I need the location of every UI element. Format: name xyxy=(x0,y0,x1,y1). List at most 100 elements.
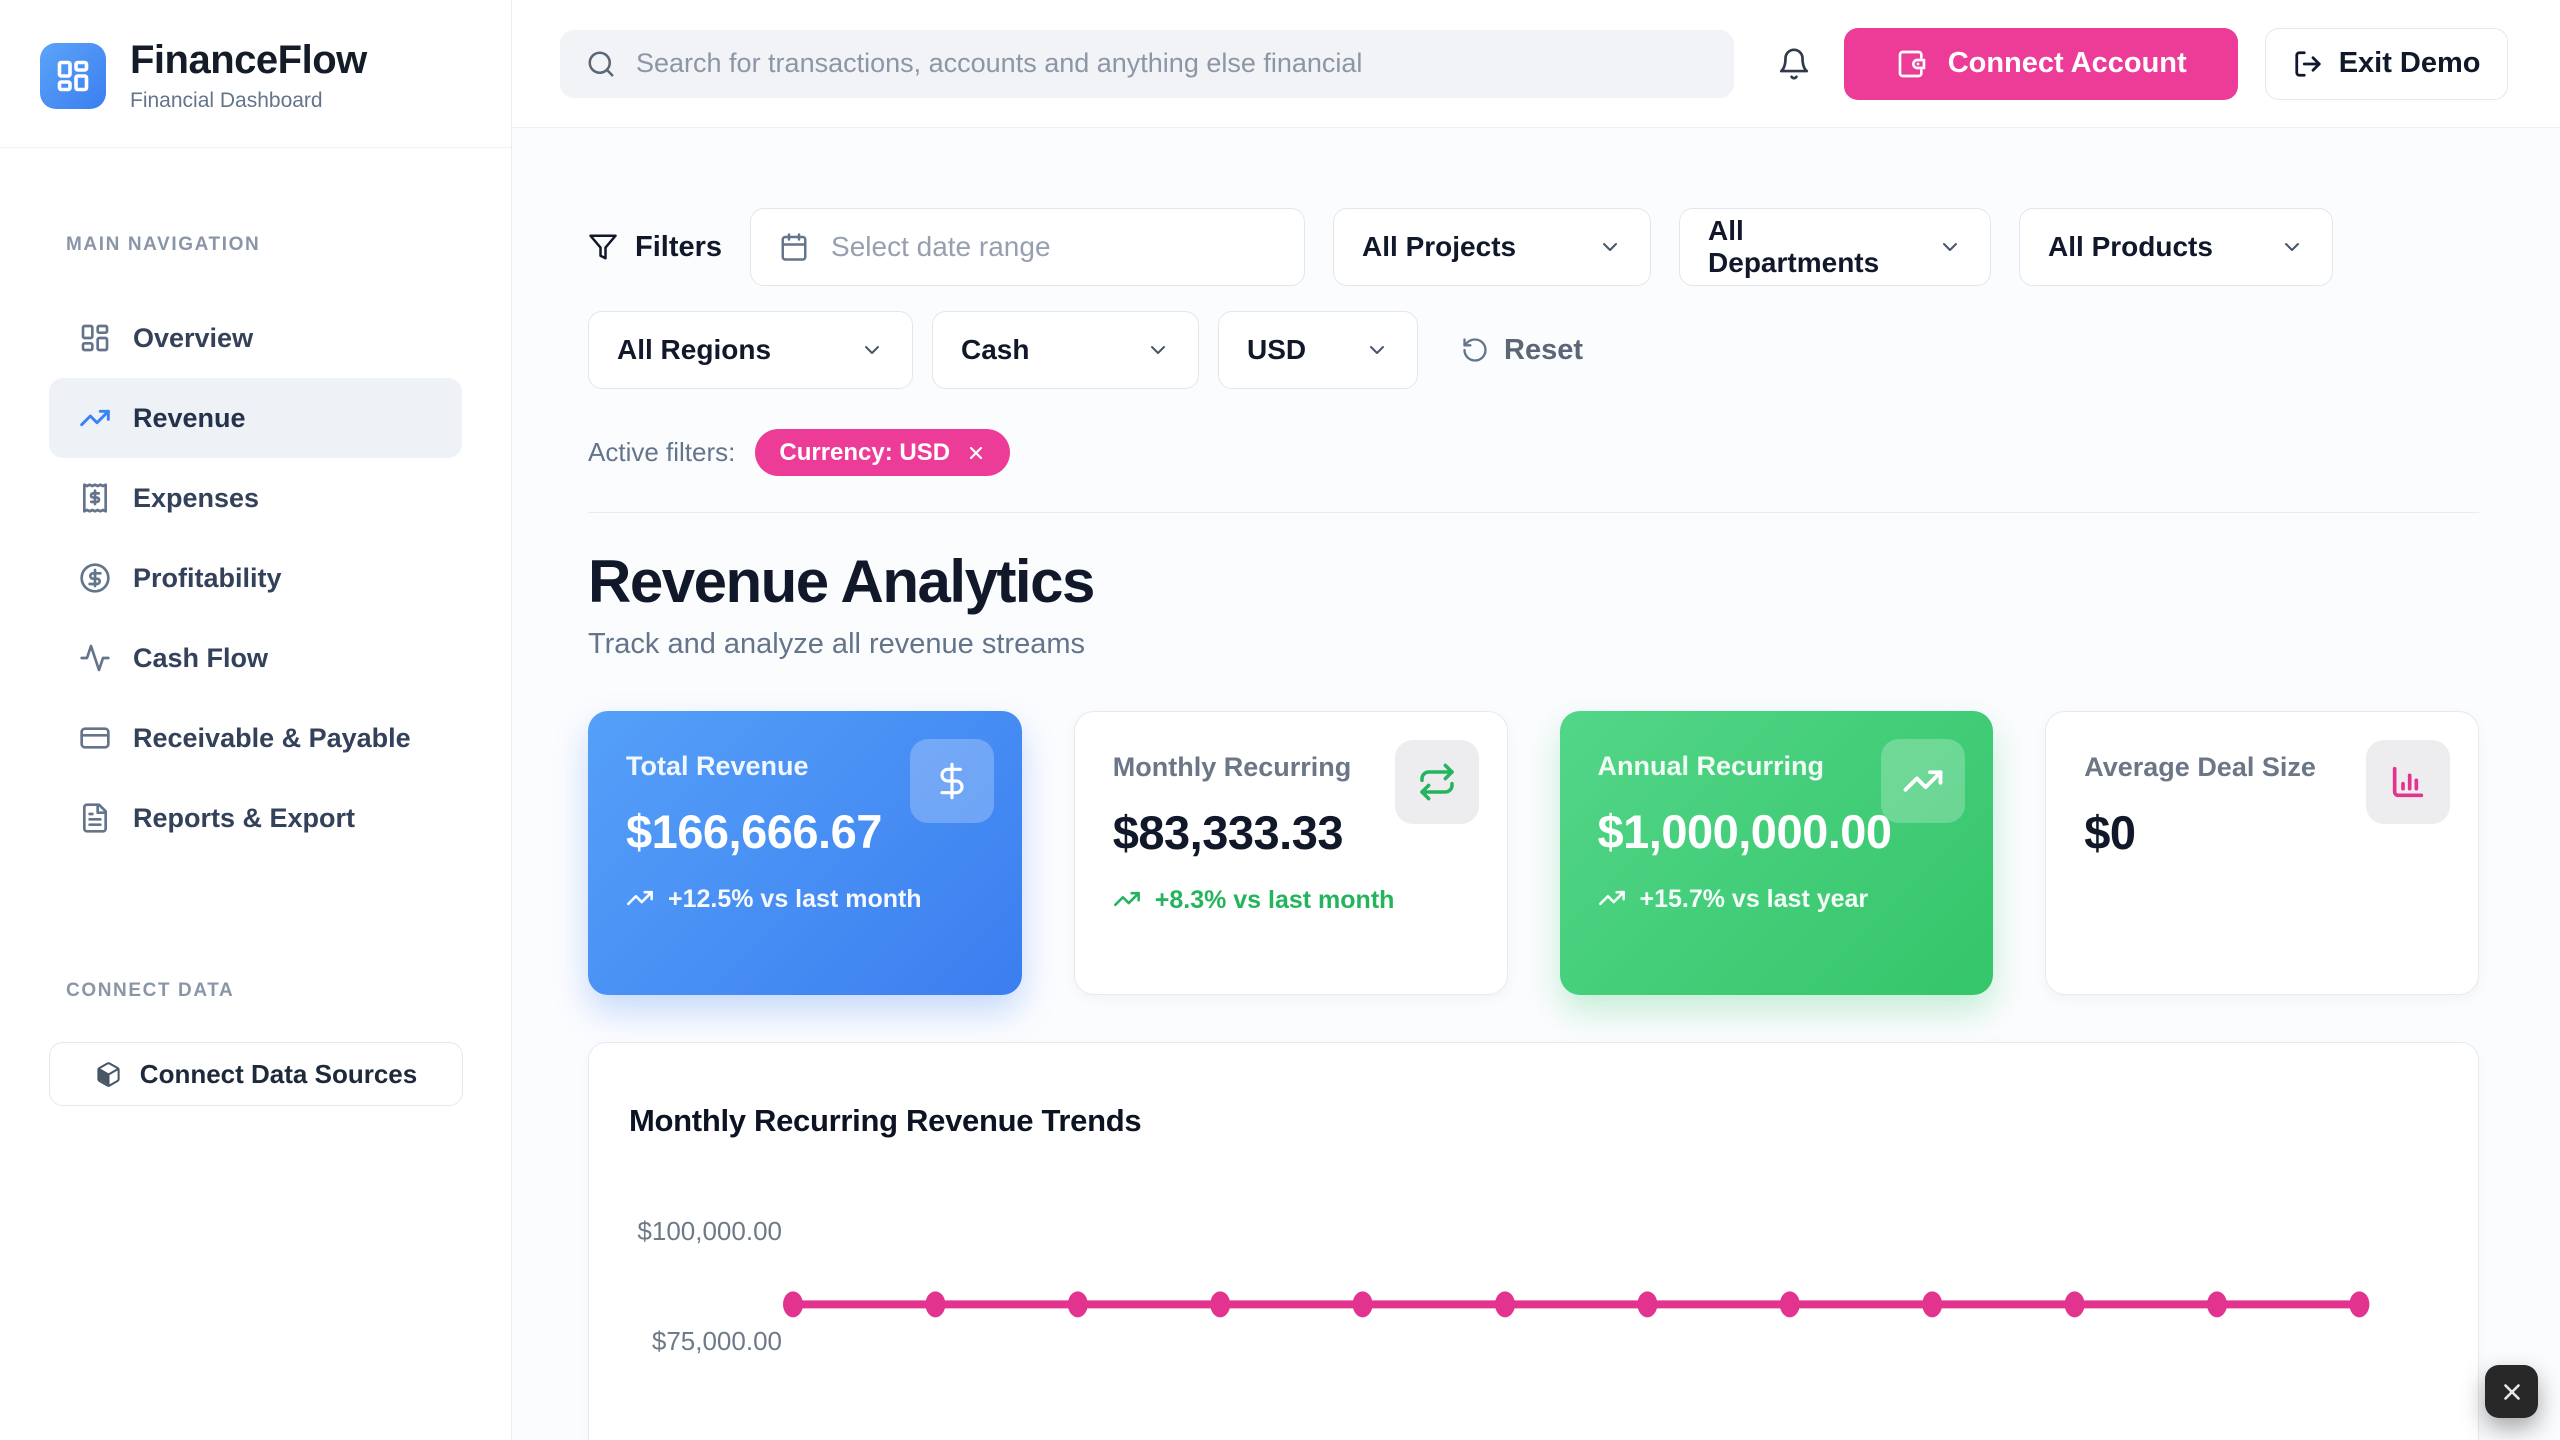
data-point xyxy=(1637,1291,1657,1317)
stat-change-text: +8.3% vs last month xyxy=(1155,884,1395,917)
sidebar-item-cash-flow[interactable]: Cash Flow xyxy=(49,618,462,698)
sidebar-item-label: Expenses xyxy=(133,483,259,514)
remove-filter-icon[interactable] xyxy=(966,443,986,463)
search-icon xyxy=(586,49,616,79)
stat-card-total-revenue: Total Revenue $166,666.67 +12.5% vs last… xyxy=(588,711,1022,995)
filters-label: Filters xyxy=(635,231,722,264)
calendar-icon xyxy=(779,232,809,262)
sidebar: FinanceFlow Financial Dashboard MAIN NAV… xyxy=(0,0,512,1440)
data-point xyxy=(1495,1291,1515,1317)
main-navigation: Overview Revenue Expenses Profitability … xyxy=(0,298,511,858)
dollar-icon xyxy=(910,739,994,823)
connect-account-button[interactable]: Connect Account xyxy=(1844,28,2238,100)
receipt-icon xyxy=(79,482,111,514)
currency-filter-select[interactable]: USD xyxy=(1218,311,1418,389)
circle-dollar-icon xyxy=(79,562,111,594)
filters-heading: Filters xyxy=(588,231,722,264)
active-filter-chip[interactable]: Currency: USD xyxy=(755,429,1010,476)
dashboard-icon xyxy=(55,58,91,94)
data-point xyxy=(1780,1291,1800,1317)
date-range-placeholder: Select date range xyxy=(831,231,1051,263)
file-text-icon xyxy=(79,802,111,834)
sidebar-item-expenses[interactable]: Expenses xyxy=(49,458,462,538)
active-filters-label: Active filters: xyxy=(588,437,735,468)
stat-change: +8.3% vs last month xyxy=(1113,884,1469,917)
notifications-button[interactable] xyxy=(1772,42,1816,86)
data-point xyxy=(783,1291,803,1317)
sidebar-item-overview[interactable]: Overview xyxy=(49,298,462,378)
chart-title: Monthly Recurring Revenue Trends xyxy=(629,1103,2438,1139)
data-point xyxy=(2065,1291,2085,1317)
cube-icon xyxy=(95,1061,122,1088)
projects-filter-value: All Projects xyxy=(1362,231,1516,263)
log-out-icon xyxy=(2293,49,2323,79)
reset-label: Reset xyxy=(1504,334,1583,367)
connect-account-label: Connect Account xyxy=(1948,47,2187,80)
trending-up-icon xyxy=(1881,739,1965,823)
page-subtitle: Track and analyze all revenue streams xyxy=(588,628,2479,661)
sidebar-item-revenue[interactable]: Revenue xyxy=(49,378,462,458)
funnel-icon xyxy=(588,232,618,262)
trending-up-icon xyxy=(626,884,654,916)
departments-filter-select[interactable]: All Departments xyxy=(1679,208,1991,286)
trending-up-icon xyxy=(1113,885,1141,917)
line-chart: $100,000.00 $75,000.00 $50,000.00 xyxy=(629,1163,2438,1440)
close-floating-button[interactable] xyxy=(2485,1365,2538,1418)
chevron-down-icon xyxy=(1126,338,1170,362)
sidebar-item-label: Profitability xyxy=(133,563,282,594)
topbar: Connect Account Exit Demo xyxy=(512,0,2560,128)
app-subtitle: Financial Dashboard xyxy=(130,89,367,113)
sidebar-item-profitability[interactable]: Profitability xyxy=(49,538,462,618)
trending-up-icon xyxy=(1598,884,1626,916)
chevron-down-icon xyxy=(840,338,884,362)
chevron-down-icon xyxy=(1345,338,1389,362)
projects-filter-select[interactable]: All Projects xyxy=(1333,208,1651,286)
activity-icon xyxy=(79,642,111,674)
trending-up-icon xyxy=(79,402,111,434)
exit-demo-button[interactable]: Exit Demo xyxy=(2265,28,2508,100)
stat-card-annual-recurring: Annual Recurring $1,000,000.00 +15.7% vs… xyxy=(1560,711,1994,995)
sidebar-item-label: Revenue xyxy=(133,403,246,434)
chevron-down-icon xyxy=(1578,235,1622,259)
products-filter-value: All Products xyxy=(2048,231,2213,263)
basis-filter-select[interactable]: Cash xyxy=(932,311,1199,389)
y-axis-tick: $50,000.00 xyxy=(652,1436,782,1440)
sidebar-item-label: Cash Flow xyxy=(133,643,268,674)
wallet-icon xyxy=(1896,48,1928,80)
main-content: Filters Select date range All Projects A… xyxy=(512,128,2560,1440)
y-axis-tick: $100,000.00 xyxy=(637,1216,782,1246)
chevron-down-icon xyxy=(1918,235,1962,259)
stat-card-average-deal-size: Average Deal Size $0 xyxy=(2045,711,2479,995)
regions-filter-select[interactable]: All Regions xyxy=(588,311,913,389)
stat-card-monthly-recurring: Monthly Recurring $83,333.33 +8.3% vs la… xyxy=(1074,711,1508,995)
data-point xyxy=(1068,1291,1088,1317)
connect-data-sources-label: Connect Data Sources xyxy=(140,1059,417,1090)
mrr-trends-chart-card: Monthly Recurring Revenue Trends $100,00… xyxy=(588,1042,2479,1440)
stat-change-text: +15.7% vs last year xyxy=(1640,883,1869,916)
sidebar-item-reports-export[interactable]: Reports & Export xyxy=(49,778,462,858)
data-point xyxy=(1353,1291,1373,1317)
search-input[interactable] xyxy=(636,48,1708,79)
data-point xyxy=(1922,1291,1942,1317)
data-point xyxy=(2207,1291,2227,1317)
data-point xyxy=(925,1291,945,1317)
nav-section-heading: MAIN NAVIGATION xyxy=(0,234,511,256)
search-bar[interactable] xyxy=(560,30,1734,98)
sidebar-item-receivable-payable[interactable]: Receivable & Payable xyxy=(49,698,462,778)
app-logo xyxy=(40,43,106,109)
bell-icon xyxy=(1777,47,1811,81)
page-title: Revenue Analytics xyxy=(588,547,2479,616)
repeat-icon xyxy=(1395,740,1479,824)
mrr-line-chart-svg: $100,000.00 $75,000.00 $50,000.00 xyxy=(629,1163,2429,1440)
dashboard-icon xyxy=(79,322,111,354)
connect-data-sources-button[interactable]: Connect Data Sources xyxy=(49,1042,463,1106)
date-range-input[interactable]: Select date range xyxy=(750,208,1305,286)
stat-cards: Total Revenue $166,666.67 +12.5% vs last… xyxy=(588,711,2479,995)
products-filter-select[interactable]: All Products xyxy=(2019,208,2333,286)
reset-filters-button[interactable]: Reset xyxy=(1461,334,1583,367)
chevron-down-icon xyxy=(2260,235,2304,259)
brand: FinanceFlow Financial Dashboard xyxy=(0,0,511,148)
y-axis-tick: $75,000.00 xyxy=(652,1326,782,1356)
regions-filter-value: All Regions xyxy=(617,334,771,366)
sidebar-item-label: Reports & Export xyxy=(133,803,355,834)
